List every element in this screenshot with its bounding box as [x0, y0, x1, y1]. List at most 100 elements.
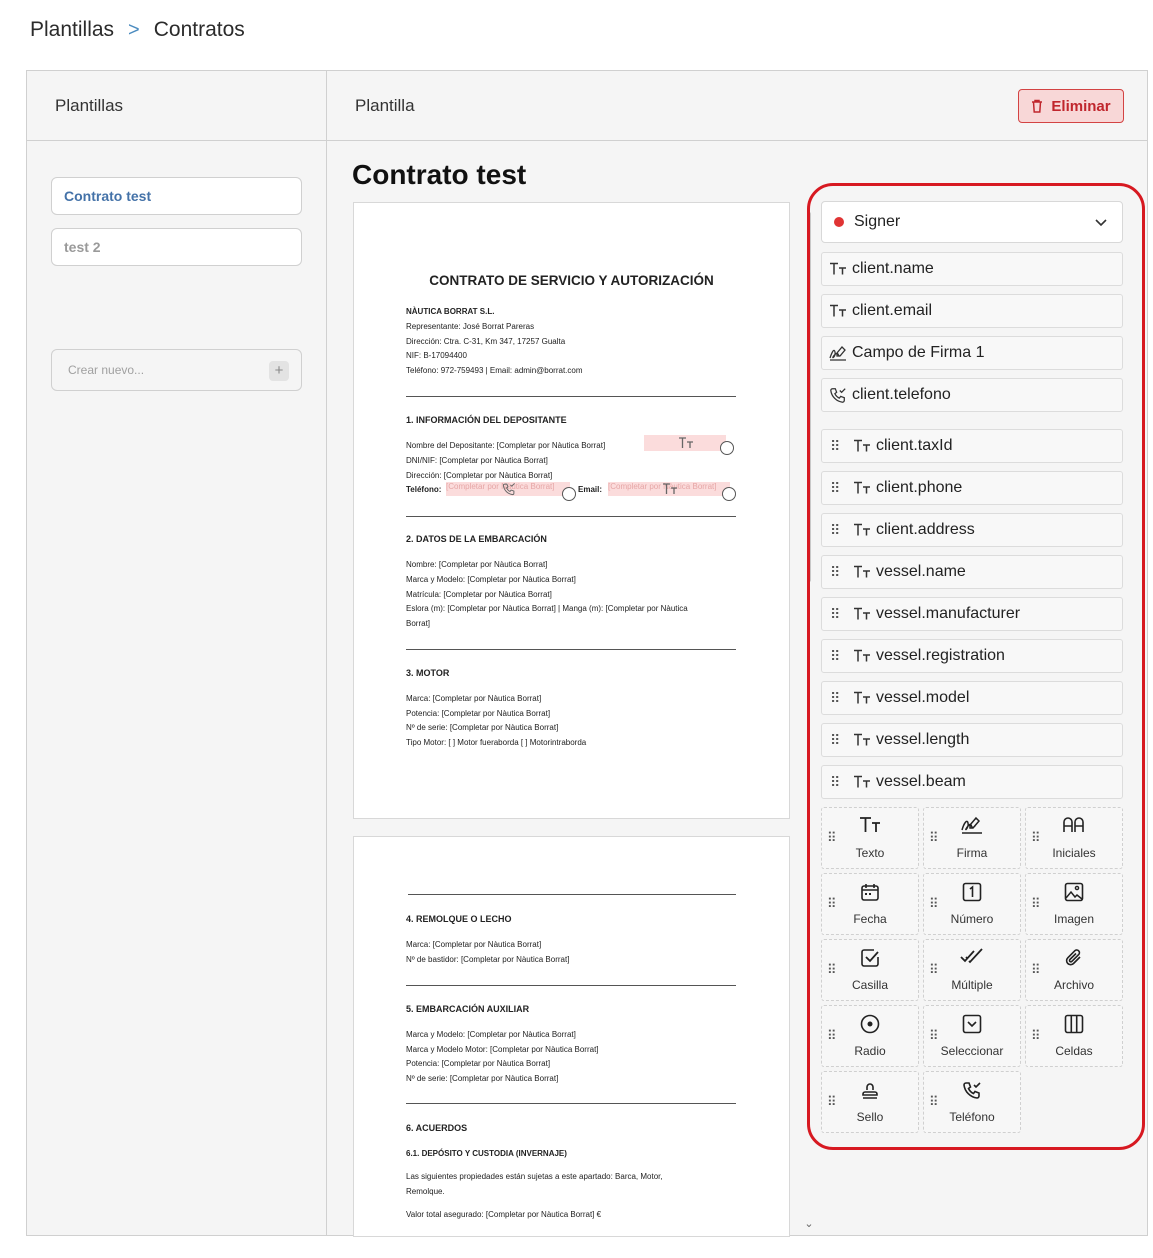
field-label: vessel.beam — [876, 773, 966, 790]
doc-line: Borrat] — [406, 619, 431, 628]
doc-line: Nombre: [Completar por Nàutica Borrat] — [406, 560, 548, 569]
plus-icon[interactable]: + — [269, 361, 289, 381]
field-type-label: Radio — [854, 1044, 886, 1058]
resize-handle[interactable] — [562, 487, 576, 501]
field-type-multiple[interactable]: ⠿ Múltiple — [923, 939, 1021, 1001]
doc-line: Dirección: Ctra. C-31, Km 347, 17257 Gua… — [406, 337, 566, 346]
resize-handle[interactable] — [722, 487, 736, 501]
available-field-item[interactable]: ⠿ client.taxId — [821, 429, 1123, 463]
field-label: client.taxId — [876, 437, 953, 454]
select-icon — [962, 1014, 982, 1034]
field-type-label: Celdas — [1055, 1044, 1093, 1058]
signer-select[interactable]: Signer — [821, 201, 1123, 243]
doc-line: Remolque. — [406, 1187, 445, 1196]
field-label: vessel.manufacturer — [876, 605, 1021, 622]
drag-handle-icon[interactable]: ⠿ — [830, 564, 844, 581]
available-field-item[interactable]: ⠿ vessel.manufacturer — [821, 597, 1123, 631]
doc-line: Marca y Modelo: [Completar por Nàutica B… — [406, 1030, 576, 1039]
field-type-label: Sello — [856, 1110, 884, 1124]
doc-line: DNI/NIF: [Completar por Nàutica Borrat] — [406, 456, 548, 465]
field-type-radio[interactable]: ⠿ Radio — [821, 1005, 919, 1067]
field-type-seleccionar[interactable]: ⠿ Seleccionar — [923, 1005, 1021, 1067]
placed-field-phone-item[interactable]: client.telefono — [821, 378, 1123, 412]
placed-field-client-name[interactable] — [644, 435, 726, 451]
template-item-contrato-test[interactable]: Contrato test — [51, 177, 302, 215]
divider — [406, 396, 736, 397]
text-icon — [828, 259, 848, 279]
template-item-test-2[interactable]: test 2 — [51, 228, 302, 266]
field-type-label: Fecha — [853, 912, 887, 926]
text-icon — [852, 688, 872, 708]
field-type-firma[interactable]: ⠿ Firma — [923, 807, 1021, 869]
field-type-label: Texto — [855, 846, 885, 860]
available-field-item[interactable]: ⠿ vessel.registration — [821, 639, 1123, 673]
doc-line: Marca: [Completar por Nàutica Borrat] — [406, 694, 542, 703]
drag-handle-icon[interactable]: ⠿ — [830, 438, 844, 455]
template-header-title: Plantilla — [355, 95, 415, 115]
placed-field-client-email[interactable]: [Completar por Nàutica Borrat] — [608, 482, 730, 496]
field-type-numero[interactable]: ⠿ Número — [923, 873, 1021, 935]
field-type-sello[interactable]: ⠿ Sello — [821, 1071, 919, 1133]
text-icon — [860, 817, 880, 832]
placed-field-client-name-item[interactable]: client.name — [821, 252, 1123, 286]
signature-icon — [961, 816, 982, 834]
drag-handle-icon[interactable]: ⠿ — [830, 648, 844, 665]
field-type-telefono[interactable]: ⠿ Teléfono — [923, 1071, 1021, 1133]
signature-icon — [828, 343, 848, 363]
field-type-archivo[interactable]: ⠿ Archivo — [1025, 939, 1123, 1001]
placed-field-client-telefono[interactable]: [Completar por Nàutica Borrat] — [446, 482, 570, 496]
document-page-1[interactable]: CONTRATO DE SERVICIO Y AUTORIZACIÓN NÀUT… — [353, 202, 790, 819]
field-type-label: Múltiple — [951, 978, 993, 992]
field-type-texto[interactable]: ⠿ Texto — [821, 807, 919, 869]
field-type-imagen[interactable]: ⠿ Imagen — [1025, 873, 1123, 935]
breadcrumb-current: Contratos — [153, 18, 245, 41]
delete-label: Eliminar — [1051, 97, 1111, 115]
available-field-item[interactable]: ⠿ vessel.model — [821, 681, 1123, 715]
section-heading: 3. MOTOR — [406, 668, 450, 678]
doc-line: Email: — [578, 485, 603, 494]
cells-icon — [1064, 1014, 1084, 1034]
field-type-celdas[interactable]: ⠿ Celdas — [1025, 1005, 1123, 1067]
resize-handle[interactable] — [720, 441, 734, 455]
section-heading: 1. INFORMACIÓN DEL DEPOSITANTE — [406, 415, 567, 425]
new-template-input[interactable]: Crear nuevo... + — [51, 349, 302, 391]
doc-line: Representante: José Borrat Pareras — [406, 322, 535, 331]
field-type-label: Firma — [956, 846, 988, 860]
placed-field-client-email-item[interactable]: client.email — [821, 294, 1123, 328]
doc-line: 6.1. DEPÓSITO Y CUSTODIA (INVERNAJE) — [406, 1149, 567, 1158]
doc-line: Potencia: [Completar por Nàutica Borrat] — [406, 1059, 551, 1068]
drag-handle-icon[interactable]: ⠿ — [830, 690, 844, 707]
text-icon — [852, 646, 872, 666]
field-type-casilla[interactable]: ⠿ Casilla — [821, 939, 919, 1001]
available-field-item[interactable]: ⠿ vessel.beam — [821, 765, 1123, 799]
divider — [406, 985, 736, 986]
delete-button[interactable]: Eliminar — [1018, 89, 1124, 123]
field-type-fecha[interactable]: ⠿ Fecha — [821, 873, 919, 935]
phone-icon — [963, 1082, 981, 1099]
placed-field-signature-item[interactable]: Campo de Firma 1 — [821, 336, 1123, 370]
field-type-label: Seleccionar — [940, 1044, 1004, 1058]
drag-handle-icon[interactable]: ⠿ — [830, 606, 844, 623]
templates-header: Plantillas — [27, 71, 327, 141]
doc-line: Dirección: [Completar por Nàutica Borrat… — [406, 471, 553, 480]
section-heading: 6. ACUERDOS — [406, 1123, 468, 1133]
drag-handle-icon[interactable]: ⠿ — [830, 732, 844, 749]
breadcrumb-parent[interactable]: Plantillas — [30, 18, 114, 42]
divider — [406, 516, 736, 517]
available-field-item[interactable]: ⠿ client.phone — [821, 471, 1123, 505]
drag-handle-icon[interactable]: ⠿ — [830, 480, 844, 497]
field-label: vessel.model — [876, 689, 970, 706]
available-field-item[interactable]: ⠿ vessel.length — [821, 723, 1123, 757]
field-type-iniciales[interactable]: ⠿ Iniciales — [1025, 807, 1123, 869]
doc-line: Nº de serie: [Completar por Nàutica Borr… — [406, 1074, 559, 1083]
document-page-2[interactable]: 4. REMOLQUE O LECHO Marca: [Completar po… — [353, 836, 790, 1237]
available-field-item[interactable]: ⠿ client.address — [821, 513, 1123, 547]
chevron-down-icon[interactable]: ⌄ — [802, 1217, 816, 1230]
drag-handle-icon[interactable]: ⠿ — [830, 774, 844, 791]
stamp-icon — [862, 1083, 878, 1099]
paperclip-icon — [1065, 949, 1081, 966]
doc-line: Nombre del Depositante: [Completar por N… — [406, 441, 606, 450]
available-field-item[interactable]: ⠿ vessel.name — [821, 555, 1123, 589]
field-label: Campo de Firma 1 — [852, 344, 985, 361]
drag-handle-icon[interactable]: ⠿ — [830, 522, 844, 539]
